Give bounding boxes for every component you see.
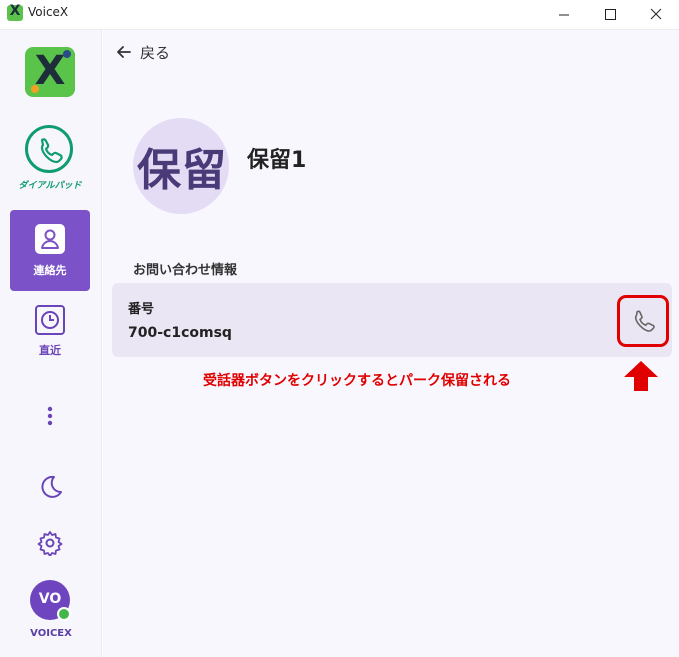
number-value: 700-c1comsq [128, 325, 232, 341]
arrow-left-icon [117, 46, 131, 58]
more-vertical-icon[interactable] [40, 405, 60, 427]
page-title: 保留1 [247, 148, 307, 173]
contact-icon [35, 224, 65, 254]
user-name: VOICEX [30, 628, 72, 639]
moon-icon[interactable] [37, 473, 65, 501]
minimize-button[interactable] [541, 0, 587, 30]
close-button[interactable] [633, 0, 679, 30]
sidebar-item-label: ダイアルパッド [18, 181, 82, 191]
annotation-text: 受話器ボタンをクリックするとパーク保留される [203, 373, 511, 389]
sidebar-item-label: 連絡先 [33, 264, 67, 277]
phone-icon [634, 310, 655, 332]
status-badge [57, 607, 71, 621]
back-label: 戻る [140, 44, 171, 62]
number-label: 番号 [128, 302, 155, 317]
sidebar: X ダイアルパッド 連絡先 直近 VO VOICEX [0, 30, 102, 657]
app-logo: X [25, 47, 75, 97]
avatar[interactable]: VO [30, 580, 71, 621]
arrow-up-icon [623, 360, 659, 392]
entity-avatar: 保留 [133, 118, 229, 214]
window-title: VoiceX [28, 5, 69, 19]
sidebar-item-label: 直近 [39, 344, 61, 357]
maximize-button[interactable] [587, 0, 633, 30]
sidebar-item-contacts[interactable]: 連絡先 [10, 210, 90, 291]
sidebar-item-dialpad[interactable]: ダイアルパッド [10, 125, 90, 195]
call-button[interactable] [617, 295, 669, 347]
contact-info-card: 番号 700-c1comsq [112, 283, 672, 357]
clock-icon [35, 305, 65, 335]
phone-icon [25, 125, 73, 173]
logo-dot [31, 85, 39, 93]
logo-dot [63, 50, 71, 58]
main-panel: 戻る 保留 保留1 お問い合わせ情報 番号 700-c1comsq 受話器ボタン… [103, 30, 679, 657]
gear-icon[interactable] [37, 530, 63, 557]
section-title: お問い合わせ情報 [133, 263, 238, 278]
sidebar-item-recent[interactable]: 直近 [10, 302, 90, 362]
title-bar: X VoiceX [0, 0, 679, 30]
app-icon: X [7, 3, 23, 21]
